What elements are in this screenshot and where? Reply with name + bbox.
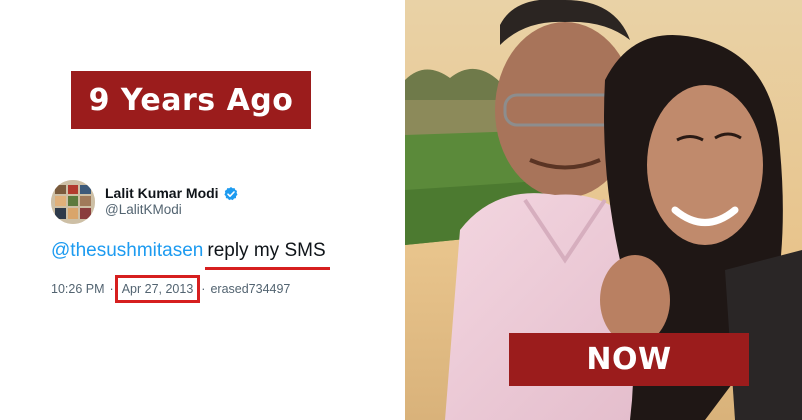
now-label: NOW — [509, 333, 749, 386]
tweet-date[interactable]: Apr 27, 2013 — [114, 275, 201, 303]
then-label: 9 Years Ago — [71, 71, 311, 129]
tweet-header: Lalit Kumar Modi @LalitKModi — [51, 180, 391, 224]
display-name[interactable]: Lalit Kumar Modi — [105, 185, 219, 203]
highlight-underline — [205, 267, 330, 270]
verified-badge-icon — [223, 186, 238, 200]
tweet-card: Lalit Kumar Modi @LalitKModi @thesushmit… — [51, 180, 391, 303]
tweet-message-text: reply my SMS — [207, 240, 326, 261]
meta-separator: · — [109, 282, 114, 296]
tweet-meta: 10:26 PM · Apr 27, 2013 · erased734497 — [51, 275, 391, 303]
user-handle[interactable]: @LalitKModi — [105, 202, 239, 219]
date-highlight-box — [114, 275, 201, 303]
mention-link[interactable]: @thesushmitasen — [51, 240, 203, 261]
meta-separator-2: · — [201, 282, 206, 296]
collage: 9 Years Ago Lalit Kumar Modi @LalitKModi… — [0, 0, 802, 420]
avatar-image — [51, 180, 95, 224]
tweet-message: reply my SMS — [205, 240, 330, 270]
tweet-source: erased734497 — [210, 282, 291, 296]
tweet-author: Lalit Kumar Modi @LalitKModi — [105, 185, 239, 219]
tweet-time[interactable]: 10:26 PM — [51, 282, 105, 296]
tweet-text: @thesushmitasen reply my SMS — [51, 240, 391, 270]
avatar[interactable] — [51, 180, 95, 224]
then-panel: 9 Years Ago Lalit Kumar Modi @LalitKModi… — [0, 0, 405, 420]
